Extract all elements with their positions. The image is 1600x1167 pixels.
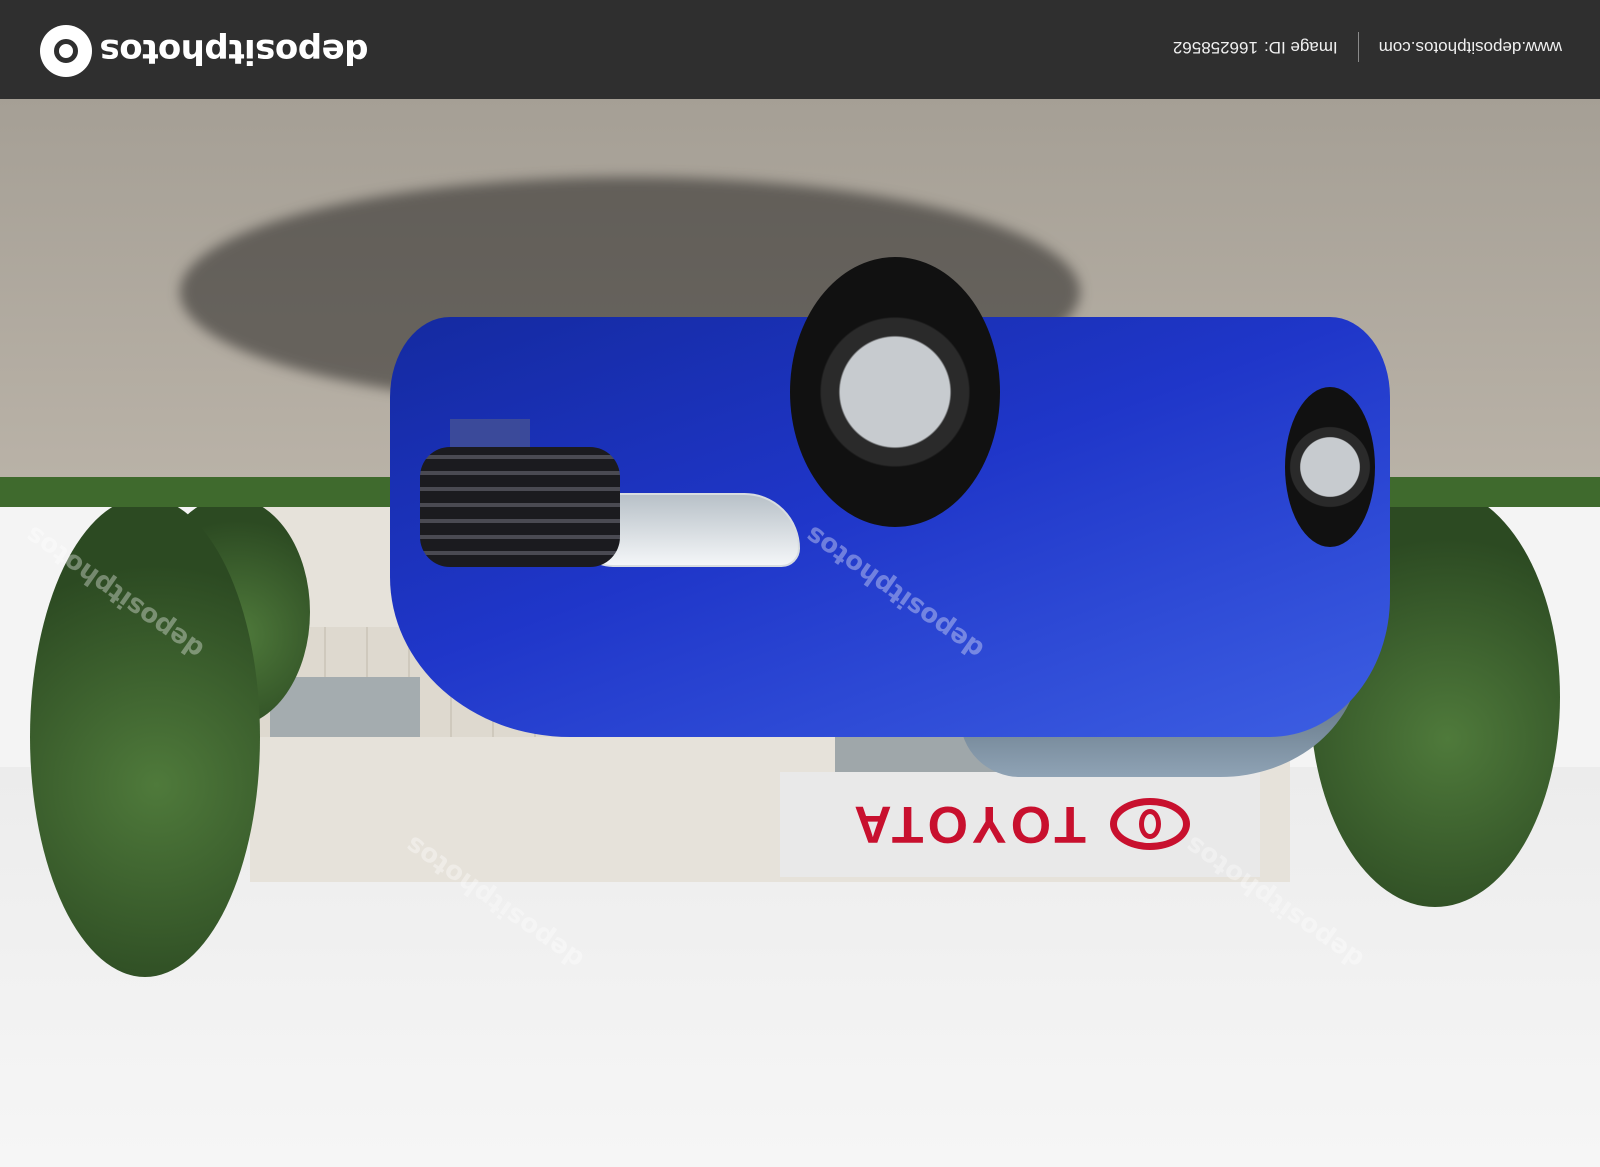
rotated-photo: TOYOTA depositphotos depositphotos depos… [0,0,1600,1167]
building-windows-right [270,677,420,737]
website-url[interactable]: www.depositphotos.com [1379,37,1562,57]
brand[interactable]: depositphotos [40,25,369,77]
car-emblem [450,419,530,447]
sign-text: TOYOTA [850,795,1086,854]
toyota-sign: TOYOTA [780,772,1260,877]
front-wheel [790,257,1000,527]
image-meta: www.depositphotos.com Image ID: 16625856… [1173,32,1562,62]
rear-wheel [1285,387,1375,547]
meta-divider [1357,32,1359,62]
header-bar: depositphotos www.depositphotos.com Imag… [0,0,1600,99]
toyota-logo-icon [1109,798,1190,851]
camera-aperture-icon [40,25,92,77]
photo-frame: TOYOTA depositphotos depositphotos depos… [0,0,1600,1167]
brand-name: depositphotos [100,31,369,71]
image-id-label: Image ID: [1263,38,1338,57]
image-id-value: 166258562 [1172,38,1258,57]
car-grille [420,447,620,567]
